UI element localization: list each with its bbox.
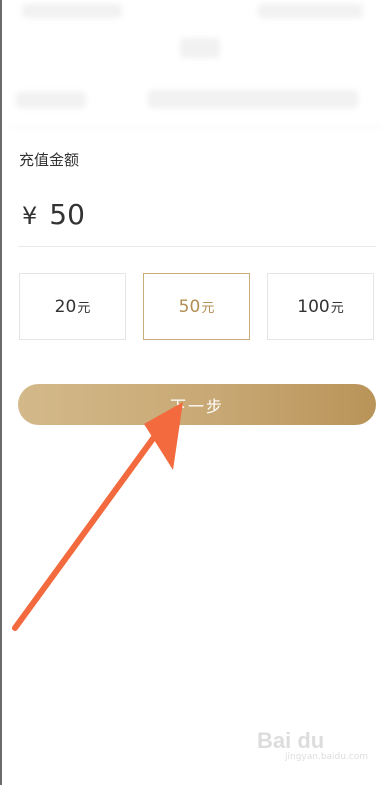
watermark-logo: Bai du jingyan.baidu.com xyxy=(257,728,369,762)
annotation-arrow-icon xyxy=(12,402,183,631)
